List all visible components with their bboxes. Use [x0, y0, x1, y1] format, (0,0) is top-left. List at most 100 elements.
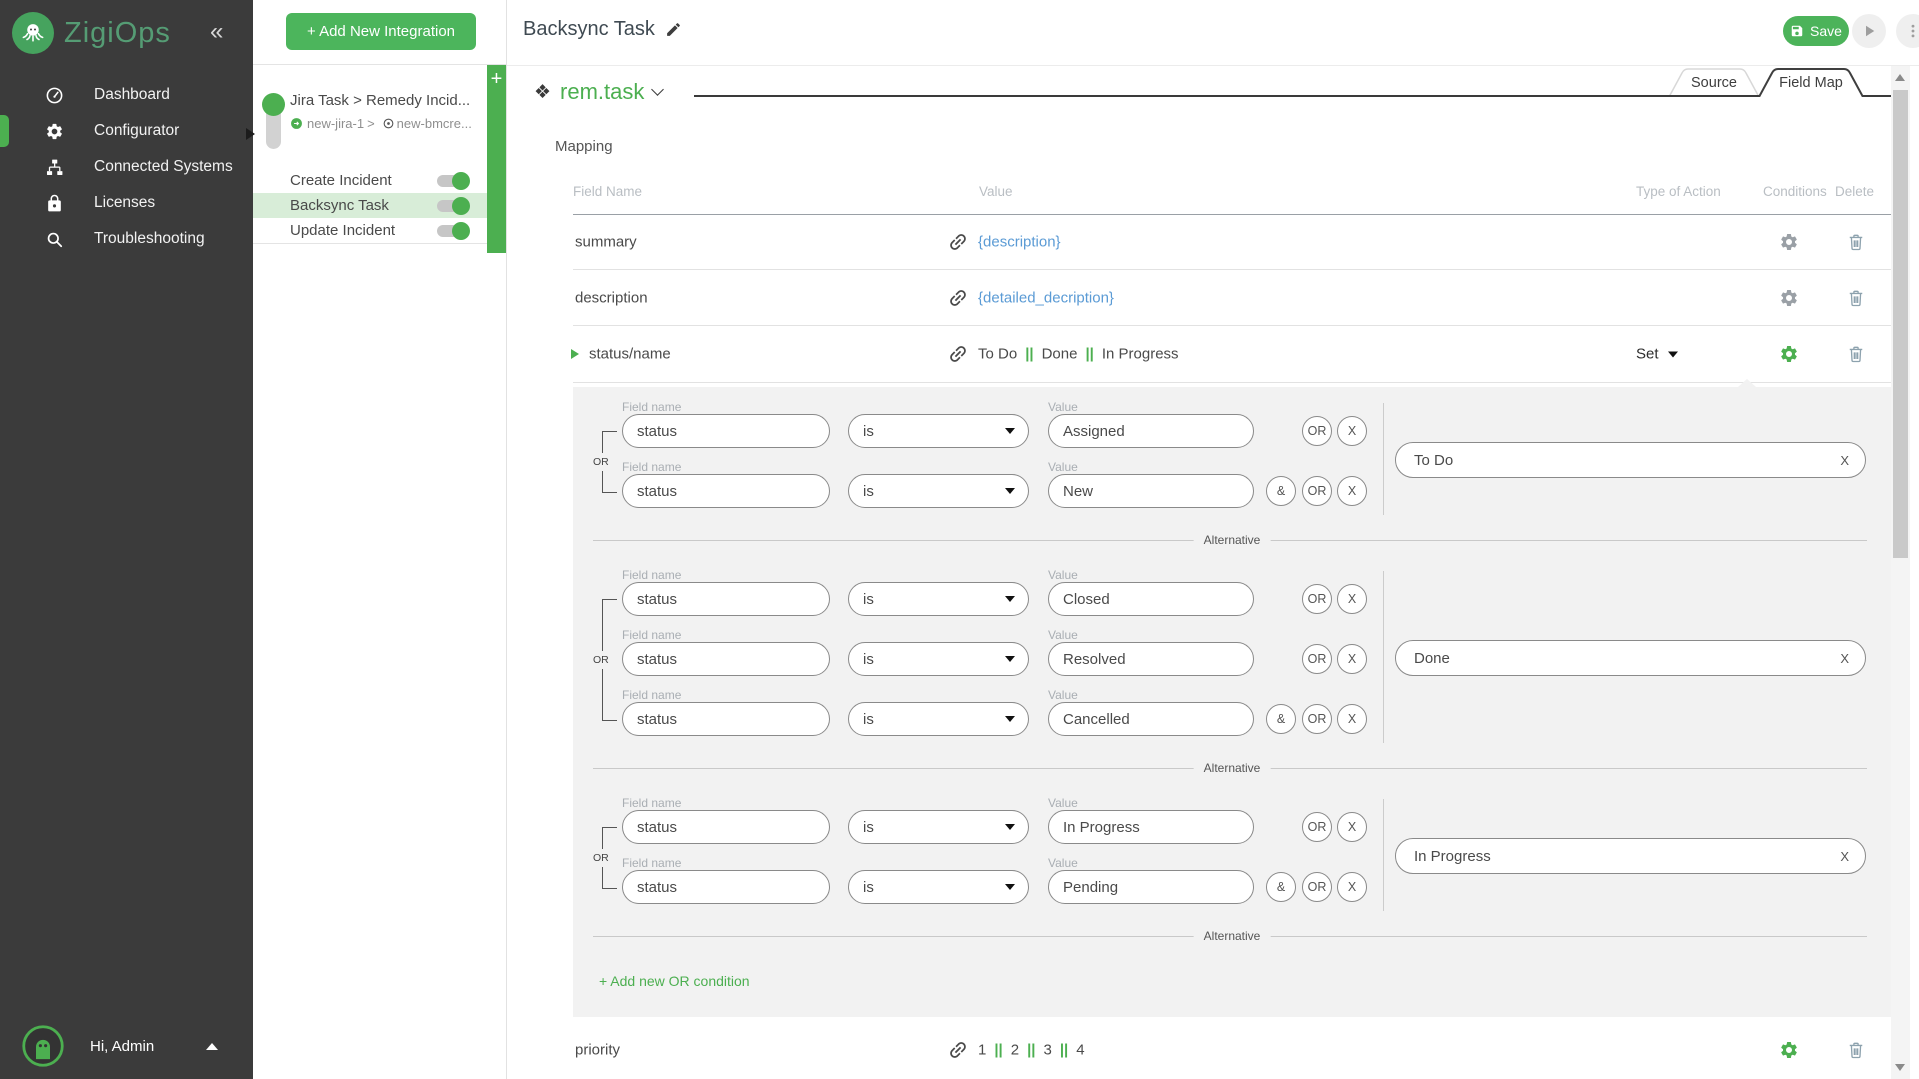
- integration-title: Jira Task > Remedy Incid...: [290, 92, 470, 109]
- or-button[interactable]: OR: [1302, 416, 1332, 446]
- tab-field-map[interactable]: Field Map: [1758, 68, 1864, 97]
- condition-field-input[interactable]: status: [622, 474, 830, 508]
- conditions-gear-icon[interactable]: [1779, 232, 1799, 252]
- and-button[interactable]: &: [1266, 476, 1296, 506]
- conditions-gear-icon[interactable]: [1779, 1040, 1799, 1060]
- and-button[interactable]: &: [1266, 872, 1296, 902]
- sidebar-item-configurator[interactable]: Configurator: [0, 113, 253, 149]
- systems-separator: >: [367, 116, 375, 131]
- condition-value-input[interactable]: Closed: [1048, 582, 1254, 616]
- mapped-value[interactable]: {description}: [978, 234, 1061, 251]
- delete-row-icon[interactable]: [1846, 288, 1866, 308]
- run-integration-button[interactable]: [1852, 14, 1886, 48]
- link-value-icon[interactable]: [947, 287, 969, 309]
- clear-output-icon[interactable]: X: [1840, 651, 1849, 666]
- task-toggle[interactable]: [437, 225, 467, 237]
- chevron-down-icon[interactable]: [652, 83, 665, 96]
- sidebar-collapse-icon[interactable]: «: [210, 18, 223, 46]
- integration-task-create-incident[interactable]: Create Incident: [253, 168, 487, 193]
- condition-operator-select[interactable]: is: [848, 474, 1029, 508]
- mapped-value[interactable]: {detailed_decription}: [978, 289, 1114, 306]
- field-name-label: Field name: [622, 796, 681, 810]
- integration-toggle[interactable]: [266, 97, 281, 149]
- condition-value-input[interactable]: Assigned: [1048, 414, 1254, 448]
- remove-condition-button[interactable]: X: [1337, 476, 1367, 506]
- condition-operator-select[interactable]: is: [848, 582, 1029, 616]
- value-separator: ||: [1027, 1042, 1035, 1059]
- user-menu[interactable]: Hi, Admin: [22, 1025, 218, 1067]
- task-toggle[interactable]: [437, 200, 467, 212]
- or-button[interactable]: OR: [1302, 644, 1332, 674]
- scroll-up-icon[interactable]: [1895, 74, 1905, 81]
- task-toggle[interactable]: [437, 175, 467, 187]
- condition-value-input[interactable]: Resolved: [1048, 642, 1254, 676]
- type-of-action-dropdown[interactable]: Set: [1636, 346, 1678, 363]
- conditions-gear-icon[interactable]: [1779, 288, 1799, 308]
- tab-source[interactable]: Source: [1668, 68, 1760, 97]
- or-button[interactable]: OR: [1302, 476, 1332, 506]
- add-new-integration-button[interactable]: + Add New Integration: [286, 13, 476, 50]
- delete-row-icon[interactable]: [1846, 344, 1866, 364]
- remove-condition-button[interactable]: X: [1337, 704, 1367, 734]
- scrollbar[interactable]: [1891, 66, 1910, 1079]
- remove-condition-button[interactable]: X: [1337, 812, 1367, 842]
- condition-operator-select[interactable]: is: [848, 642, 1029, 676]
- remove-condition-button[interactable]: X: [1337, 872, 1367, 902]
- clear-output-icon[interactable]: X: [1840, 453, 1849, 468]
- link-value-icon[interactable]: [947, 343, 969, 365]
- condition-output-input[interactable]: DoneX: [1395, 640, 1866, 676]
- condition-field-input[interactable]: status: [622, 414, 830, 448]
- integration-card[interactable]: Jira Task > Remedy Incid... new-jira-1 >…: [253, 65, 487, 167]
- integration-task-backsync-task[interactable]: Backsync Task: [253, 193, 487, 218]
- link-value-icon[interactable]: [947, 231, 969, 253]
- sidebar-item-dashboard[interactable]: Dashboard: [0, 77, 253, 113]
- condition-value-input[interactable]: New: [1048, 474, 1254, 508]
- expand-row-icon[interactable]: [571, 349, 579, 359]
- value-text: In Progress: [1102, 346, 1179, 363]
- delete-row-icon[interactable]: [1846, 1040, 1866, 1060]
- condition-output-input[interactable]: In ProgressX: [1395, 838, 1866, 874]
- value-label: Value: [1048, 796, 1078, 810]
- save-button[interactable]: Save: [1783, 16, 1849, 46]
- sidebar-item-troubleshooting[interactable]: Troubleshooting: [0, 221, 253, 257]
- condition-operator-select[interactable]: is: [848, 810, 1029, 844]
- condition-field-input[interactable]: status: [622, 582, 830, 616]
- condition-output-input[interactable]: To DoX: [1395, 442, 1866, 478]
- scroll-down-icon[interactable]: [1895, 1064, 1905, 1071]
- condition-operator-select[interactable]: is: [848, 702, 1029, 736]
- or-button[interactable]: OR: [1302, 872, 1332, 902]
- mapped-value[interactable]: 1||2||3||4: [978, 1042, 1085, 1059]
- remove-condition-button[interactable]: X: [1337, 584, 1367, 614]
- condition-field-input[interactable]: status: [622, 810, 830, 844]
- and-button[interactable]: &: [1266, 704, 1296, 734]
- delete-row-icon[interactable]: [1846, 232, 1866, 252]
- sidebar-item-connected-systems[interactable]: Connected Systems: [0, 149, 253, 185]
- entity-selector[interactable]: ❖ rem.task: [534, 79, 668, 105]
- remove-condition-button[interactable]: X: [1337, 416, 1367, 446]
- edit-title-icon[interactable]: [665, 21, 682, 38]
- panel-collapse-handle-icon[interactable]: [246, 128, 255, 140]
- or-button[interactable]: OR: [1302, 704, 1332, 734]
- user-menu-caret-icon[interactable]: [206, 1043, 218, 1050]
- sidebar-item-licenses[interactable]: Licenses: [0, 185, 253, 221]
- clear-output-icon[interactable]: X: [1840, 849, 1849, 864]
- scrollbar-thumb[interactable]: [1893, 90, 1908, 558]
- condition-field-input[interactable]: status: [622, 702, 830, 736]
- conditions-gear-icon[interactable]: [1779, 344, 1799, 364]
- condition-field-input[interactable]: status: [622, 870, 830, 904]
- integration-task-update-incident[interactable]: Update Incident: [253, 218, 487, 243]
- remove-condition-button[interactable]: X: [1337, 644, 1367, 674]
- condition-operator-select[interactable]: is: [848, 414, 1029, 448]
- mapped-value[interactable]: To Do||Done||In Progress: [978, 346, 1179, 363]
- add-task-button[interactable]: +: [487, 69, 506, 89]
- link-value-icon[interactable]: [947, 1039, 969, 1061]
- more-options-button[interactable]: [1896, 14, 1919, 48]
- condition-value-input[interactable]: Pending: [1048, 870, 1254, 904]
- or-button[interactable]: OR: [1302, 812, 1332, 842]
- condition-value-input[interactable]: In Progress: [1048, 810, 1254, 844]
- add-or-condition-link[interactable]: + Add new OR condition: [599, 973, 750, 989]
- condition-field-input[interactable]: status: [622, 642, 830, 676]
- condition-operator-select[interactable]: is: [848, 870, 1029, 904]
- condition-value-input[interactable]: Cancelled: [1048, 702, 1254, 736]
- or-button[interactable]: OR: [1302, 584, 1332, 614]
